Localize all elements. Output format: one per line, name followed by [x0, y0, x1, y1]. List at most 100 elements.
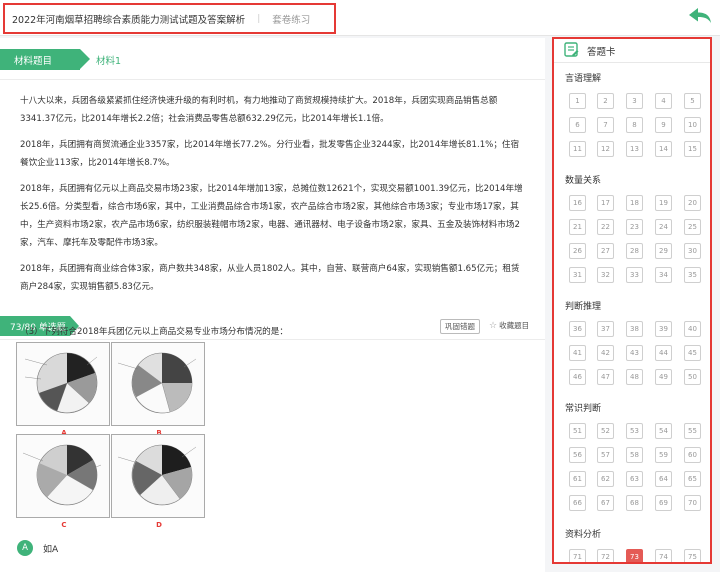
question-number-button[interactable]: 2 — [597, 93, 614, 109]
question-number-button[interactable]: 6 — [569, 117, 586, 133]
question-number-button[interactable]: 38 — [626, 321, 643, 337]
question-number-button[interactable]: 28 — [626, 243, 643, 259]
question-number-button[interactable]: 22 — [597, 219, 614, 235]
collect-label: 收藏题目 — [499, 321, 530, 330]
question-number-button[interactable]: 14 — [655, 141, 672, 157]
question-number-button[interactable]: 39 — [655, 321, 672, 337]
question-number-button[interactable]: 60 — [684, 447, 701, 463]
question-number-button[interactable]: 34 — [655, 267, 672, 283]
question-number-button[interactable]: 27 — [597, 243, 614, 259]
question-number-button[interactable]: 63 — [626, 471, 643, 487]
collect-question-button[interactable]: ☆ 收藏题目 — [489, 320, 529, 331]
question-number-button[interactable]: 44 — [655, 345, 672, 361]
question-number-button[interactable]: 49 — [655, 369, 672, 385]
question-number-button[interactable]: 62 — [597, 471, 614, 487]
question-number-button[interactable]: 48 — [626, 369, 643, 385]
question-number-button[interactable]: 10 — [684, 117, 701, 133]
question-number-button[interactable]: 52 — [597, 423, 614, 439]
question-number-button[interactable]: 64 — [655, 471, 672, 487]
question-number-button[interactable]: 21 — [569, 219, 586, 235]
question-number-button[interactable]: 19 — [655, 195, 672, 211]
passage-paragraph-2: 2018年，兵团拥有商贸流通企业3357家，比2014年增长77.2%。分行业看… — [20, 140, 520, 168]
question-number-button[interactable]: 70 — [684, 495, 701, 511]
pie-figure-c: C — [16, 434, 110, 529]
question-number-button[interactable]: 32 — [597, 267, 614, 283]
question-number-button[interactable]: 12 — [597, 141, 614, 157]
question-number-button[interactable]: 43 — [626, 345, 643, 361]
question-number-button[interactable]: 55 — [684, 423, 701, 439]
card-section-title: 判断推理 — [565, 302, 602, 312]
question-number-button[interactable]: 69 — [655, 495, 672, 511]
question-number-button[interactable]: 65 — [684, 471, 701, 487]
question-number-button[interactable]: 29 — [655, 243, 672, 259]
question-number-button[interactable]: 8 — [626, 117, 643, 133]
top-bar: 2022年河南烟草招聘综合素质能力测试试题及答案解析 | 套卷练习 — [0, 0, 720, 36]
option-letter: A — [17, 540, 33, 556]
question-number-button[interactable]: 74 — [655, 549, 672, 562]
question-number-button[interactable]: 15 — [684, 141, 701, 157]
question-number-button[interactable]: 31 — [569, 267, 586, 283]
question-number-button[interactable]: 26 — [569, 243, 586, 259]
answer-card-header: 答题卡 — [554, 39, 710, 63]
pie-figure-b: B — [111, 342, 205, 437]
question-number-button[interactable]: 36 — [569, 321, 586, 337]
question-number-button[interactable]: 23 — [626, 219, 643, 235]
question-number-button[interactable]: 72 — [597, 549, 614, 562]
figure-label-d: D — [156, 521, 162, 529]
question-number-button[interactable]: 67 — [597, 495, 614, 511]
option-text: 如A — [43, 544, 59, 555]
question-number-button[interactable]: 5 — [684, 93, 701, 109]
question-number-button[interactable]: 42 — [597, 345, 614, 361]
review-errors-button[interactable]: 巩固错题 — [440, 319, 480, 334]
question-number-button[interactable]: 54 — [655, 423, 672, 439]
option-a[interactable]: A 如A — [17, 540, 58, 556]
figure-label-c: C — [61, 521, 67, 529]
question-number-button[interactable]: 1 — [569, 93, 586, 109]
question-number-button[interactable]: 33 — [626, 267, 643, 283]
question-number-button[interactable]: 73 — [626, 549, 643, 562]
question-number-button[interactable]: 58 — [626, 447, 643, 463]
question-number-button[interactable]: 45 — [684, 345, 701, 361]
question-number-button[interactable]: 75 — [684, 549, 701, 562]
material-passage: 十八大以来，兵团各级紧紧抓住经济快速升级的有利时机，有力地推动了商贸规模持续扩大… — [0, 92, 545, 296]
question-number-button[interactable]: 7 — [597, 117, 614, 133]
question-number-button[interactable]: 9 — [655, 117, 672, 133]
question-number-button[interactable]: 59 — [655, 447, 672, 463]
question-number-button[interactable]: 56 — [569, 447, 586, 463]
question-number-button[interactable]: 30 — [684, 243, 701, 259]
question-number-button[interactable]: 35 — [684, 267, 701, 283]
pie-figure-a: A — [16, 342, 110, 437]
question-number-button[interactable]: 20 — [684, 195, 701, 211]
question-number-button[interactable]: 17 — [597, 195, 614, 211]
question-number-button[interactable]: 4 — [655, 93, 672, 109]
answer-sheet-icon — [564, 41, 579, 60]
question-number-button[interactable]: 24 — [655, 219, 672, 235]
question-number-button[interactable]: 25 — [684, 219, 701, 235]
question-number-button[interactable]: 71 — [569, 549, 586, 562]
question-number-button[interactable]: 40 — [684, 321, 701, 337]
material-tab-1[interactable]: 材料1 — [96, 53, 121, 67]
card-section-title: 言语理解 — [565, 74, 602, 84]
answer-card-title: 答题卡 — [587, 46, 616, 58]
card-section-title: 常识判断 — [565, 404, 602, 414]
question-number-button[interactable]: 68 — [626, 495, 643, 511]
question-number-button[interactable]: 51 — [569, 423, 586, 439]
question-number-button[interactable]: 41 — [569, 345, 586, 361]
back-arrow-icon[interactable] — [686, 5, 714, 29]
question-number-button[interactable]: 61 — [569, 471, 586, 487]
question-number-button[interactable]: 11 — [569, 141, 586, 157]
question-number-button[interactable]: 53 — [626, 423, 643, 439]
question-number-button[interactable]: 16 — [569, 195, 586, 211]
question-number-button[interactable]: 47 — [597, 369, 614, 385]
question-number-button[interactable]: 57 — [597, 447, 614, 463]
question-text: （3）下列符合2018年兵团亿元以上商品交易专业市场分布情况的是： — [20, 327, 288, 337]
question-number-button[interactable]: 37 — [597, 321, 614, 337]
answer-card: 答题卡 言语理解 1 2 3 4 5 6 7 8 9 10 11 12 13 14 15 数量关系 16 17 18 1… — [552, 37, 712, 564]
question-number-button[interactable]: 13 — [626, 141, 643, 157]
question-number-button[interactable]: 46 — [569, 369, 586, 385]
material-tab-bar: 材料题目 材料1 — [0, 38, 545, 80]
question-number-button[interactable]: 50 — [684, 369, 701, 385]
question-number-button[interactable]: 66 — [569, 495, 586, 511]
question-number-button[interactable]: 18 — [626, 195, 643, 211]
question-number-button[interactable]: 3 — [626, 93, 643, 109]
